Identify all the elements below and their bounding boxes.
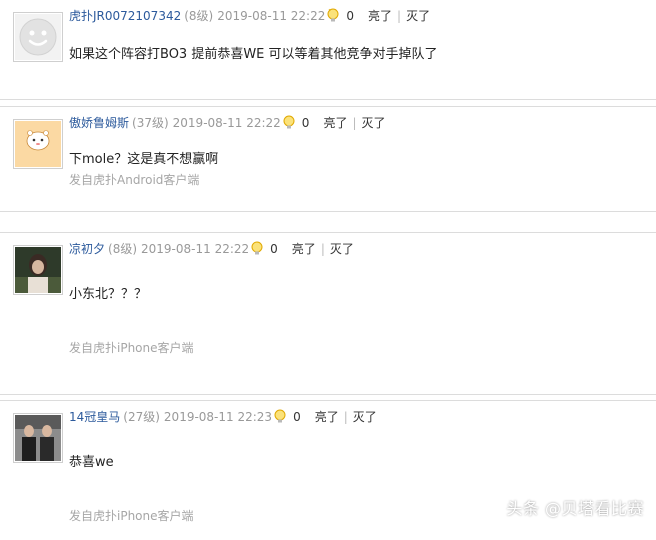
reply-item: 傲娇鲁姆斯 (37级) 2019-08-11 22:22 0 亮了 | 灭了 下mole？这… <box>0 106 656 212</box>
reply-meta: 凉初夕 (8级) 2019-08-11 22:22 0 亮了 | 灭了 <box>69 241 354 257</box>
client-source: 发自虎扑iPhone客户端 <box>69 341 194 355</box>
light-up-button[interactable]: 亮了 <box>368 9 392 23</box>
reply-content: 小东北？？？ <box>69 287 148 302</box>
light-bulb-icon[interactable] <box>250 241 264 260</box>
client-source: 发自虎扑Android客户端 <box>69 173 200 187</box>
light-bulb-icon[interactable] <box>273 409 287 428</box>
light-up-button[interactable]: 亮了 <box>323 116 347 130</box>
avatar[interactable] <box>13 119 63 169</box>
username-link[interactable]: 凉初夕 <box>69 242 105 256</box>
divider: | <box>320 242 325 256</box>
reply-item: 凉初夕 (8级) 2019-08-11 22:22 0 亮了 | 灭了 小东北？？？ 发自虎… <box>0 232 656 395</box>
dim-button[interactable]: 灭了 <box>330 242 354 256</box>
divider: | <box>343 410 348 424</box>
light-bulb-icon[interactable] <box>282 115 296 134</box>
like-count: 0 <box>293 410 301 424</box>
reply-datetime: 2019-08-11 22:22 <box>172 116 281 130</box>
light-up-button[interactable]: 亮了 <box>292 242 316 256</box>
like-count: 0 <box>346 9 355 23</box>
divider: | <box>397 9 402 23</box>
cartoon-avatar-icon <box>15 121 61 167</box>
username-link[interactable]: 傲娇鲁姆斯 <box>69 116 129 130</box>
divider: | <box>352 116 357 130</box>
reply-meta: 傲娇鲁姆斯 (37级) 2019-08-11 22:22 0 亮了 | 灭了 <box>69 115 386 131</box>
dim-button[interactable]: 灭了 <box>353 410 377 424</box>
reply-content: 如果这个阵容打BO3 提前恭喜WE 可以等着其他竞争对手掉队了 <box>69 47 438 62</box>
username-link[interactable]: 14冠皇马 <box>69 410 120 424</box>
like-count: 0 <box>301 116 310 130</box>
light-bulb-icon[interactable] <box>326 8 340 27</box>
user-level: (37级) <box>132 116 169 130</box>
like-count: 0 <box>270 242 278 256</box>
user-level: (8级) <box>184 9 214 23</box>
user-level: (8级) <box>108 242 138 256</box>
avatar[interactable] <box>13 413 63 463</box>
dim-button[interactable]: 灭了 <box>406 9 430 23</box>
reply-item: 14冠皇马 (27级) 2019-08-11 22:23 0 亮了 | 灭了 恭喜we 发自… <box>0 400 656 540</box>
reply-meta: 虎扑JR0072107342 (8级) 2019-08-11 22:22 0 亮了 | 灭了 <box>69 8 430 24</box>
avatar[interactable] <box>13 245 63 295</box>
photo-avatar-icon <box>15 415 61 461</box>
reply-meta: 14冠皇马 (27级) 2019-08-11 22:23 0 亮了 | 灭了 <box>69 409 377 425</box>
reply-datetime: 2019-08-11 22:22 <box>141 242 250 256</box>
light-up-button[interactable]: 亮了 <box>315 410 339 424</box>
client-source: 发自虎扑iPhone客户端 <box>69 509 194 523</box>
user-level: (27级) <box>123 410 160 424</box>
photo-avatar-icon <box>15 247 61 293</box>
reply-datetime: 2019-08-11 22:23 <box>163 410 273 424</box>
reply-content: 下mole？这是真不想赢啊 <box>69 152 219 167</box>
username-link[interactable]: 虎扑JR0072107342 <box>69 9 181 23</box>
reply-content: 恭喜we <box>69 455 114 470</box>
default-avatar-icon <box>15 14 61 60</box>
watermark: 头条 @贝塔看比赛 <box>506 499 644 518</box>
avatar[interactable] <box>13 12 63 62</box>
reply-item: 虎扑JR0072107342 (8级) 2019-08-11 22:22 0 亮了 | 灭了… <box>0 0 656 100</box>
dim-button[interactable]: 灭了 <box>362 116 386 130</box>
reply-datetime: 2019-08-11 22:22 <box>217 9 326 23</box>
